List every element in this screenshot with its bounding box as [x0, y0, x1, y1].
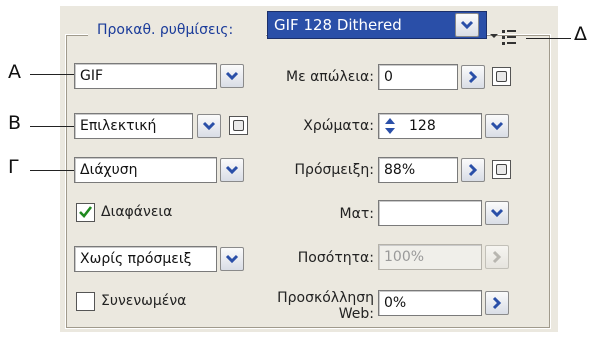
callout-g: Γ	[8, 156, 19, 178]
dither-label: Πρόσμειξη:	[294, 162, 374, 178]
format-dropdown-button[interactable]	[220, 64, 244, 88]
amount-label: Ποσότητα:	[297, 250, 374, 266]
lossy-label: Με απώλεια:	[285, 69, 374, 85]
amount-slider-button[interactable]	[485, 245, 509, 269]
mask-icon	[496, 164, 507, 175]
web-snap-label-line1: Προσκόλληση	[277, 290, 374, 306]
chevron-down-icon	[460, 20, 474, 30]
colors-value: 128	[409, 118, 436, 134]
chevron-down-icon	[225, 71, 239, 81]
chevron-down-icon	[225, 254, 239, 264]
web-snap-input[interactable]: 0%	[378, 290, 482, 316]
chevron-down-icon	[490, 121, 504, 131]
callout-a-line	[30, 74, 74, 75]
chevron-right-icon	[492, 250, 502, 264]
chevron-right-icon	[468, 163, 478, 177]
dither-slider-button[interactable]	[461, 158, 485, 182]
transparency-dither-select[interactable]: Χωρίς πρόσμειξ	[74, 246, 217, 272]
web-snap-slider-button[interactable]	[485, 291, 509, 315]
web-snap-label: Προσκόλληση Web:	[262, 290, 374, 322]
reduction-dropdown-button[interactable]	[197, 114, 221, 138]
dither-algorithm-select[interactable]: Διάχυση	[74, 157, 217, 183]
colors-stepper-icon[interactable]	[382, 115, 398, 141]
callout-d-line	[526, 38, 571, 39]
preset-dropdown-button[interactable]	[455, 13, 479, 37]
matte-label: Ματ:	[339, 206, 374, 222]
preset-select[interactable]: GIF 128 Dithered	[267, 11, 487, 39]
preset-label: Προκαθ. ρυθμίσεις:	[97, 22, 234, 38]
amount-input[interactable]: 100%	[378, 244, 482, 270]
matte-dropdown-button[interactable]	[485, 201, 509, 225]
lossy-input[interactable]: 0	[378, 64, 458, 90]
chevron-down-icon	[490, 208, 504, 218]
lossy-mask-button[interactable]	[492, 67, 511, 86]
callout-b-line	[30, 126, 74, 127]
reduction-select[interactable]: Επιλεκτική	[74, 113, 193, 139]
web-snap-label-line2: Web:	[338, 306, 374, 322]
transparency-label: Διαφάνεια	[101, 204, 173, 220]
interlaced-checkbox[interactable]	[76, 292, 95, 311]
interlaced-label: Συνενωμένα	[101, 293, 187, 309]
chevron-right-icon	[492, 296, 502, 310]
callout-a: A	[8, 61, 21, 83]
colors-label: Χρώματα:	[303, 118, 374, 134]
checkmark-icon	[79, 206, 93, 218]
matte-select[interactable]	[378, 200, 482, 226]
callout-d: Δ	[574, 23, 587, 45]
callout-g-line	[30, 170, 74, 171]
callout-b: B	[8, 112, 22, 134]
mask-icon	[233, 120, 244, 131]
lossy-slider-button[interactable]	[461, 65, 485, 89]
dither-mask-button[interactable]	[492, 160, 511, 179]
chevron-down-icon	[225, 165, 239, 175]
chevron-right-icon	[468, 70, 478, 84]
dither-input[interactable]: 88%	[378, 157, 458, 183]
mask-icon	[496, 71, 507, 82]
format-select[interactable]: GIF	[74, 63, 217, 89]
transparency-checkbox[interactable]	[76, 203, 95, 222]
colors-dropdown-button[interactable]	[485, 114, 509, 138]
chevron-down-icon	[202, 121, 216, 131]
panel-menu-icon[interactable]	[489, 27, 517, 51]
reduction-mask-button[interactable]	[229, 116, 248, 135]
transparency-dither-dropdown-button[interactable]	[220, 247, 244, 271]
preset-value: GIF 128 Dithered	[274, 16, 402, 34]
dither-algorithm-dropdown-button[interactable]	[220, 158, 244, 182]
